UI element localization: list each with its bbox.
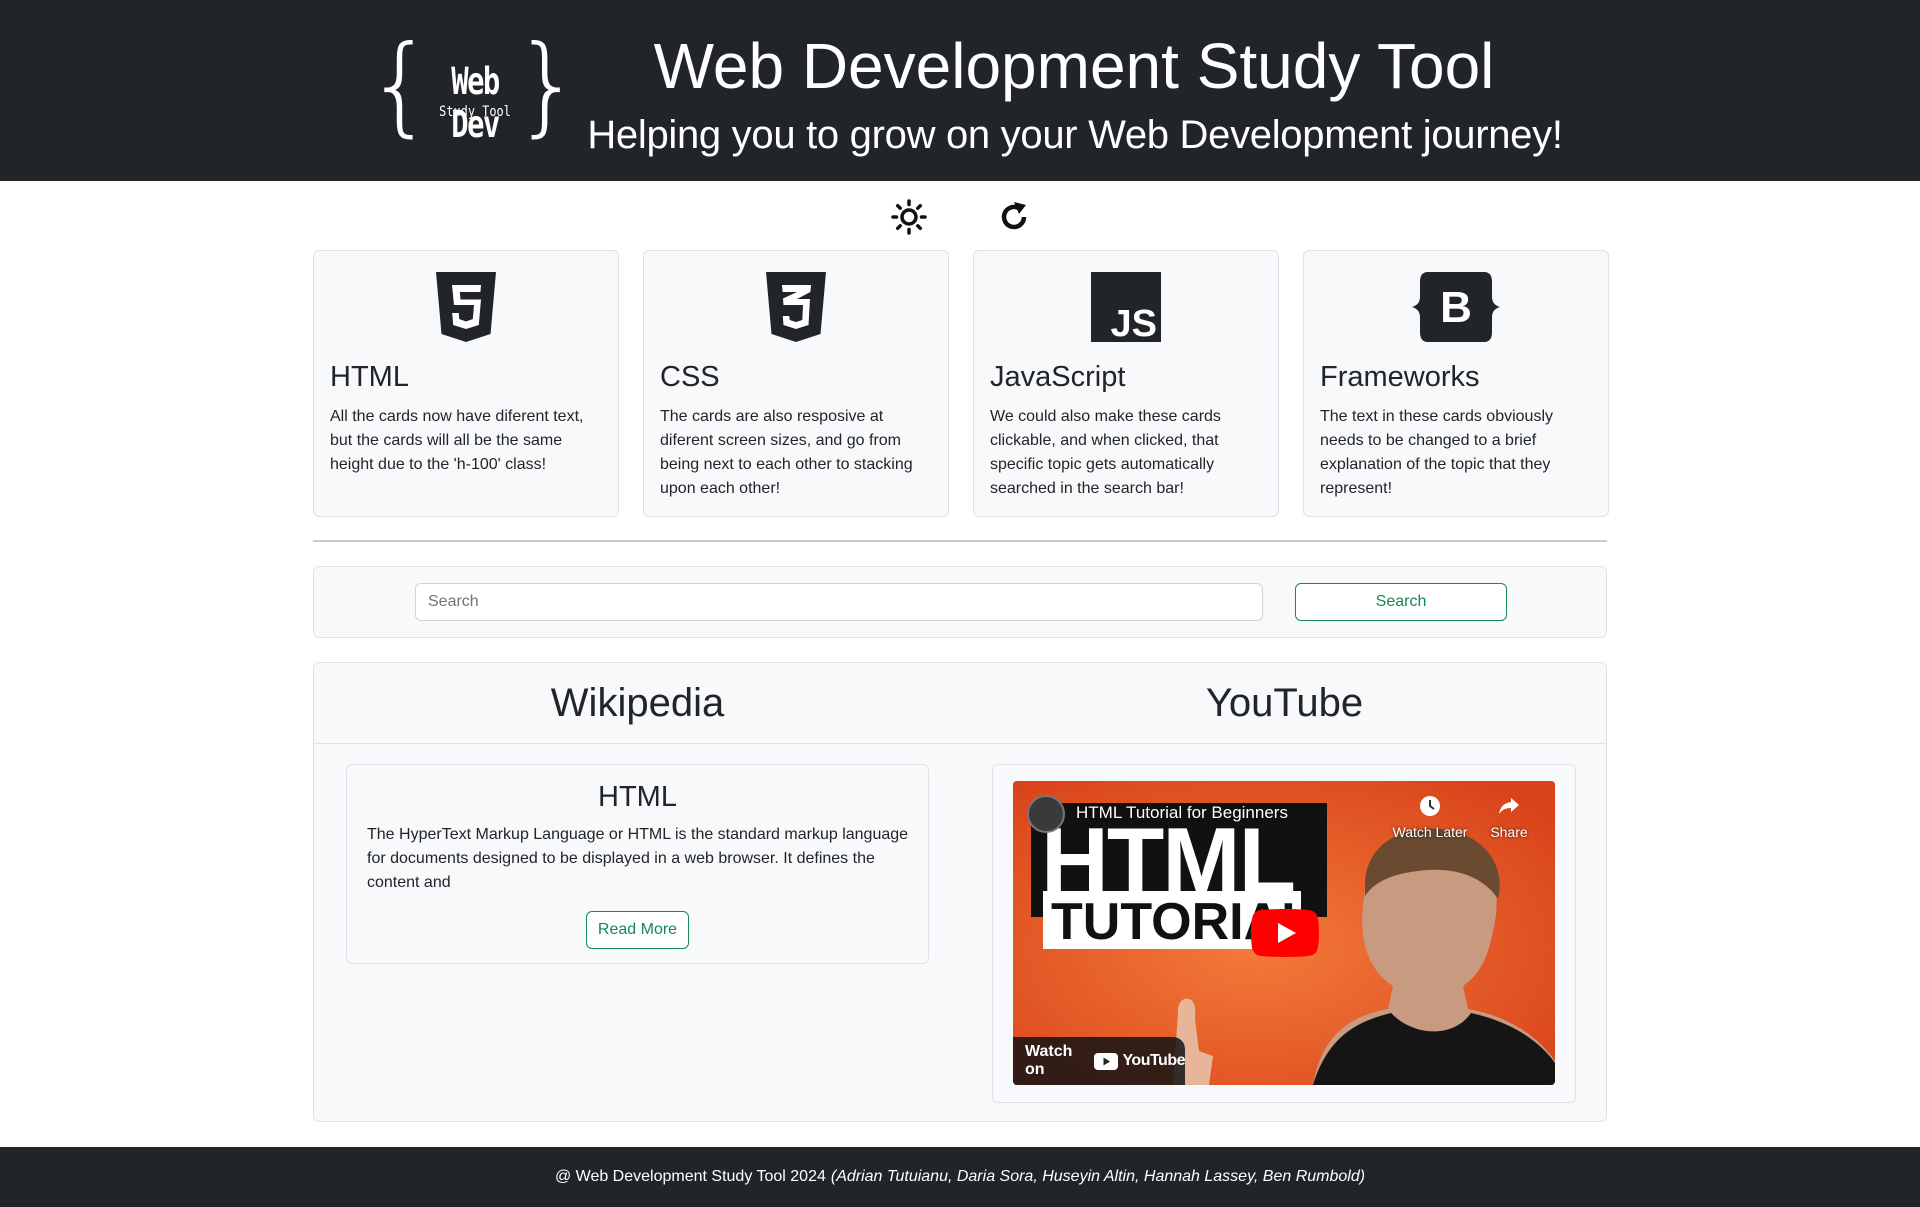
site-header: { Web Dev Study Tool } Web Development S… [0,0,1920,181]
watch-later-label: Watch Later [1392,824,1468,840]
share-icon [1499,798,1519,814]
logo-title: Web Dev [451,60,500,146]
html5-icon [436,272,496,342]
youtube-result-card: HTML TUTORIAL HTML Tutorial for Beginner… [992,764,1576,1103]
svg-text:JS: JS [1111,303,1157,342]
results-panel: Wikipedia YouTube HTML The HyperText Mar… [313,662,1607,1122]
card-title: Frameworks [1320,361,1480,393]
theme-toggle-button[interactable] [890,198,928,236]
wikipedia-result-card: HTML The HyperText Markup Language or HT… [346,764,929,964]
site-footer: @ Web Development Study Tool 2024 (Adria… [0,1147,1920,1207]
card-title: JavaScript [990,361,1126,393]
page-title: Web Development Study Tool [653,30,1495,102]
results-header-divider [314,743,1606,744]
card-title: CSS [660,361,720,393]
card-text: We could also make these cards clickable… [990,408,1221,497]
watch-on-youtube-button[interactable]: Watch on YouTube [1013,1037,1185,1085]
youtube-logo: YouTube [1094,1052,1185,1070]
watch-later-button[interactable]: Watch Later [1385,795,1475,840]
card-text: The cards are also resposive at diferent… [660,408,913,497]
youtube-logo-text: YouTube [1122,1052,1185,1069]
wiki-result-title: HTML [598,781,677,813]
footer-authors: (Adrian Tutuianu, Daria Sora, Huseyin Al… [830,1168,1366,1185]
watch-on-label: Watch on [1025,1043,1073,1078]
sun-icon [891,199,927,235]
reload-button[interactable] [995,198,1033,236]
bootstrap-icon: B [1412,272,1500,342]
search-input[interactable] [415,583,1263,621]
topic-card-javascript[interactable]: JS JavaScript We could also make these c… [973,250,1279,517]
wikipedia-heading: Wikipedia [550,681,725,725]
topic-card-css[interactable]: CSS The cards are also resposive at dife… [643,250,949,517]
share-button[interactable]: Share [1481,795,1537,840]
site-logo: { Web Dev Study Tool } [366,32,582,147]
javascript-icon: JS [1091,272,1161,342]
youtube-video-player[interactable]: HTML TUTORIAL HTML Tutorial for Beginner… [1013,781,1555,1085]
clock-icon [1420,796,1440,816]
css3-icon [766,272,826,342]
section-divider [313,540,1607,542]
footer-copyright: @ Web Development Study Tool 2024 [554,1168,826,1185]
card-title: HTML [330,361,409,393]
video-title[interactable]: HTML Tutorial for Beginners [1076,803,1288,823]
play-button-icon[interactable] [1251,909,1319,957]
reload-icon [1001,202,1027,230]
read-more-button[interactable]: Read More [586,911,689,949]
wiki-result-excerpt: The HyperText Markup Language or HTML is… [367,826,909,891]
page-subtitle: Helping you to grow on your Web Developm… [587,113,1563,157]
topic-card-frameworks[interactable]: B Frameworks The text in these cards obv… [1303,250,1609,517]
svg-text:B: B [1440,283,1472,332]
youtube-heading: YouTube [1205,681,1364,725]
share-label: Share [1490,824,1528,840]
search-button[interactable]: Search [1295,583,1507,621]
card-text: All the cards now have diferent text, bu… [330,408,584,473]
topic-card-html[interactable]: HTML All the cards now have diferent tex… [313,250,619,517]
card-text: The text in these cards obviously needs … [1320,408,1554,497]
youtube-play-icon [1094,1052,1119,1070]
search-section: Search [313,566,1607,638]
channel-avatar[interactable] [1027,795,1065,833]
